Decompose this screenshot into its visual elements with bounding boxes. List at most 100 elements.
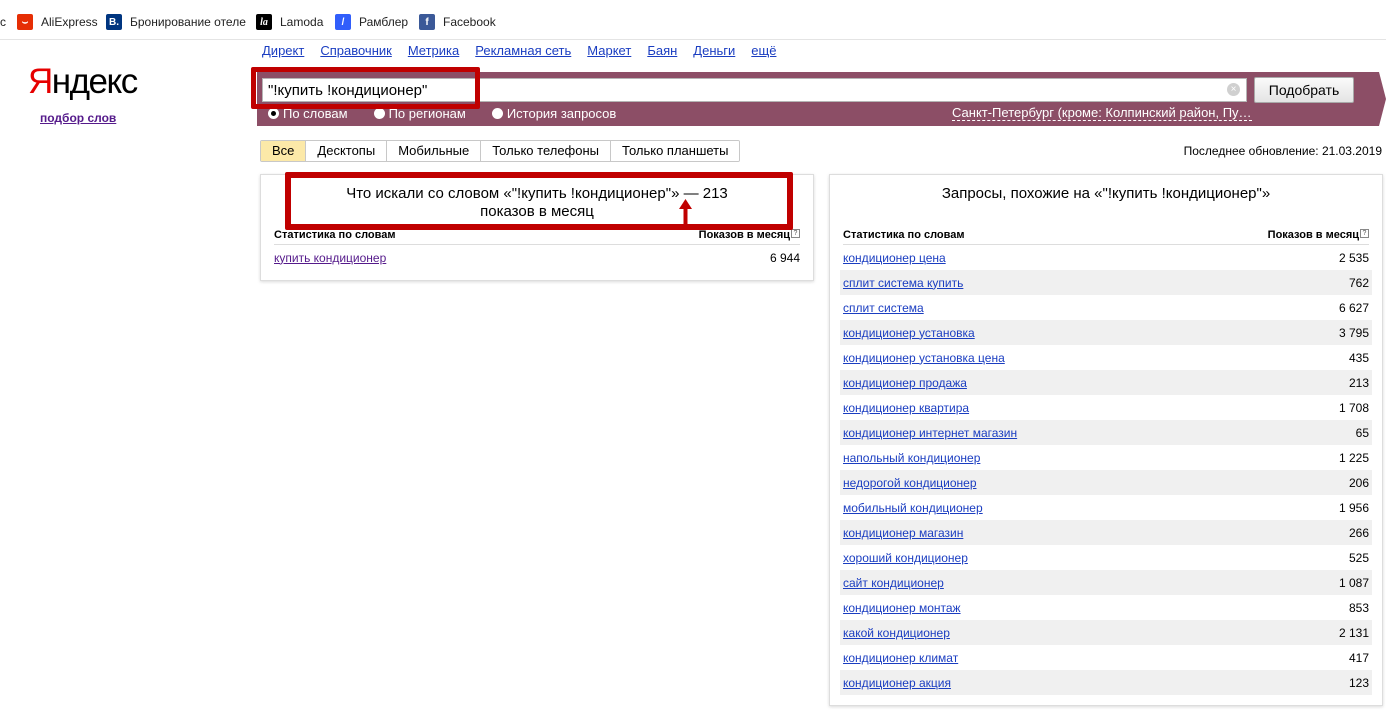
phrase-link[interactable]: кондиционер монтаж xyxy=(843,601,961,615)
nav-direct[interactable]: Директ xyxy=(262,43,304,58)
phrase-count: 2 131 xyxy=(1338,625,1369,640)
table-row: сплит система 6 627 xyxy=(840,295,1372,320)
phrase-count: 213 xyxy=(1348,375,1369,390)
clear-icon[interactable]: × xyxy=(1227,83,1240,96)
phrase-count: 417 xyxy=(1348,650,1369,665)
table-row: мобильный кондиционер 1 956 xyxy=(840,495,1372,520)
table-row: недорогой кондиционер 206 xyxy=(840,470,1372,495)
phrase-link[interactable]: напольный кондиционер xyxy=(843,451,980,465)
bookmark-rambler[interactable]: / Рамблер xyxy=(335,13,408,31)
col-words-header: Статистика по словам xyxy=(843,229,965,241)
bookmark-aliexpress[interactable]: ⌣ AliExpress xyxy=(17,13,98,31)
tab-tablets-only[interactable]: Только планшеты xyxy=(611,141,740,161)
search-band-arrow xyxy=(1379,72,1386,126)
lamoda-icon: la xyxy=(256,14,272,30)
phrase-link[interactable]: кондиционер климат xyxy=(843,651,958,665)
phrase-count: 762 xyxy=(1348,275,1369,290)
help-icon[interactable]: ? xyxy=(791,229,800,238)
phrase-link[interactable]: кондиционер установка цена xyxy=(843,351,1005,365)
phrase-count: 6 627 xyxy=(1338,300,1369,315)
bookmark-facebook[interactable]: f Facebook xyxy=(419,13,496,31)
table-row: кондиционер акция 123 xyxy=(840,670,1372,695)
table-row: кондиционер установка 3 795 xyxy=(840,320,1372,345)
phrase-count: 853 xyxy=(1348,600,1369,615)
table-row: какой кондиционер 2 131 xyxy=(840,620,1372,645)
phrase-link[interactable]: кондиционер продажа xyxy=(843,376,967,390)
tab-all[interactable]: Все xyxy=(261,141,307,161)
col-shows-header: Показов в месяц? xyxy=(699,229,800,244)
phrase-count: 206 xyxy=(1348,475,1369,490)
table-row: кондиционер продажа 213 xyxy=(840,370,1372,395)
nav-dengi[interactable]: Деньги xyxy=(693,43,735,58)
phrase-count: 2 535 xyxy=(1338,250,1369,265)
phrase-count: 1 956 xyxy=(1338,500,1369,515)
phrase-link[interactable]: какой кондиционер xyxy=(843,626,950,640)
table-row: сплит система купить 762 xyxy=(840,270,1372,295)
bookmarks-bar: с ⌣ AliExpress B. Бронирование отеле la … xyxy=(0,0,1386,40)
bookmark-partial-label: с xyxy=(0,15,6,29)
radio-unchecked-icon xyxy=(491,108,503,119)
table-row: кондиционер климат 417 xyxy=(840,645,1372,670)
phrase-link[interactable]: сплит система купить xyxy=(843,276,963,290)
title-highlight-frame xyxy=(285,172,793,230)
yandex-logo[interactable]: Яндекс xyxy=(28,62,138,102)
col-shows-label: Показов в месяц xyxy=(698,229,790,241)
col-shows-header: Показов в месяц? xyxy=(1268,229,1369,244)
booking-icon: B. xyxy=(106,14,122,30)
bookmark-label: AliExpress xyxy=(41,15,98,29)
col-words-header: Статистика по словам xyxy=(274,229,396,241)
phrase-link[interactable]: недорогой кондиционер xyxy=(843,476,977,490)
similar-queries-header: Статистика по словам Показов в месяц? xyxy=(843,229,1369,245)
phrase-count: 65 xyxy=(1355,425,1369,440)
region-selector[interactable]: Санкт-Петербург (кроме: Колпинский район… xyxy=(952,105,1252,121)
phrase-link[interactable]: сплит система xyxy=(843,301,924,315)
phrase-count: 525 xyxy=(1348,550,1369,565)
help-icon[interactable]: ? xyxy=(1360,229,1369,238)
col-shows-label: Показов в месяц xyxy=(1267,229,1359,241)
table-row: кондиционер цена 2 535 xyxy=(840,245,1372,270)
tab-desktops[interactable]: Десктопы xyxy=(306,141,388,161)
aliexpress-icon: ⌣ xyxy=(17,14,33,30)
phrase-link[interactable]: кондиционер квартира xyxy=(843,401,969,415)
phrase-link[interactable]: сайт кондиционер xyxy=(843,576,944,590)
rambler-icon: / xyxy=(335,14,351,30)
phrase-count: 266 xyxy=(1348,525,1369,540)
nav-metrika[interactable]: Метрика xyxy=(408,43,459,58)
top-nav: Директ Справочник Метрика Рекламная сеть… xyxy=(262,43,792,58)
nav-market[interactable]: Маркет xyxy=(587,43,631,58)
submit-button[interactable]: Подобрать xyxy=(1254,77,1354,103)
bookmark-booking[interactable]: B. Бронирование отеле xyxy=(106,13,246,31)
logo-first-letter: Я xyxy=(28,62,53,101)
phrase-link[interactable]: кондиционер интернет магазин xyxy=(843,426,1017,440)
phrase-link[interactable]: кондиционер цена xyxy=(843,251,946,265)
table-row: напольный кондиционер 1 225 xyxy=(840,445,1372,470)
phrase-count: 1 708 xyxy=(1338,400,1369,415)
bookmark-lamoda[interactable]: la Lamoda xyxy=(256,13,323,31)
nav-bayan[interactable]: Баян xyxy=(647,43,677,58)
phrase-link[interactable]: кондиционер акция xyxy=(843,676,951,690)
tab-mobile[interactable]: Мобильные xyxy=(387,141,482,161)
table-row: кондиционер магазин 266 xyxy=(840,520,1372,545)
phrase-count: 3 795 xyxy=(1338,325,1369,340)
nav-more[interactable]: ещё xyxy=(751,43,776,58)
last-update-text: Последнее обновление: 21.03.2019 xyxy=(1183,144,1382,158)
table-row: купить кондиционер 6 944 xyxy=(271,245,803,270)
nav-spravochnik[interactable]: Справочник xyxy=(320,43,392,58)
bookmark-label: Бронирование отеле xyxy=(130,15,246,29)
phrase-count: 1 087 xyxy=(1338,575,1369,590)
phrase-link[interactable]: купить кондиционер xyxy=(274,251,386,265)
nav-ad-network[interactable]: Рекламная сеть xyxy=(475,43,571,58)
search-highlight-frame xyxy=(251,67,480,109)
phrase-link[interactable]: мобильный кондиционер xyxy=(843,501,983,515)
logo-rest: ндекс xyxy=(51,62,138,101)
bookmark-partial[interactable]: с xyxy=(0,13,6,31)
bookmark-label: Lamoda xyxy=(280,15,324,29)
table-row: сайт кондиционер 1 087 xyxy=(840,570,1372,595)
phrase-link[interactable]: хороший кондиционер xyxy=(843,551,968,565)
radio-checked-icon xyxy=(268,108,279,119)
phrase-link[interactable]: кондиционер установка xyxy=(843,326,975,340)
tab-phones-only[interactable]: Только телефоны xyxy=(481,141,612,161)
radio-query-history[interactable]: История запросов xyxy=(491,106,616,121)
logo-subtitle-link[interactable]: подбор слов xyxy=(40,111,116,125)
phrase-link[interactable]: кондиционер магазин xyxy=(843,526,963,540)
